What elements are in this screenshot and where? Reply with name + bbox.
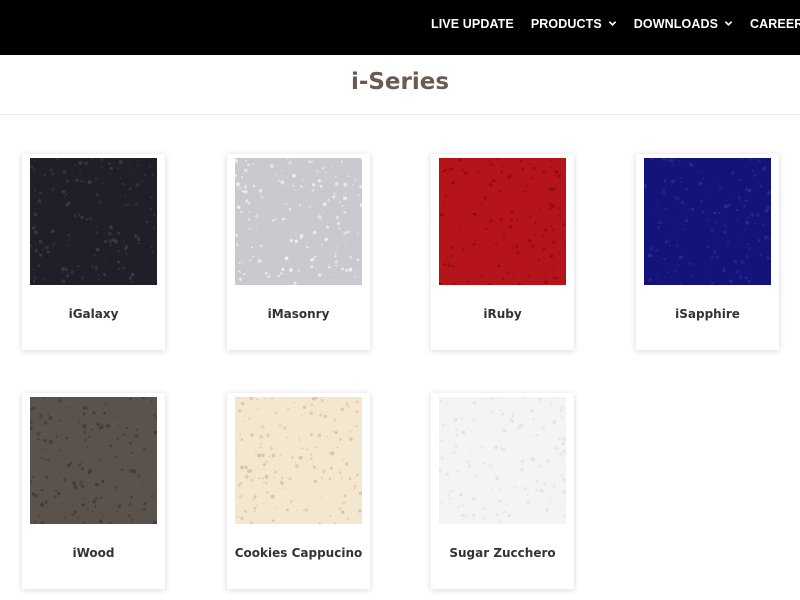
nav-item-downloads[interactable]: DOWNLOADS <box>634 17 733 31</box>
stone-swatch-image <box>439 158 566 285</box>
product-name: Cookies Cappucino <box>234 546 363 560</box>
stone-swatch-image <box>644 158 771 285</box>
product-card-imasonry[interactable]: iMasonry <box>227 154 370 350</box>
product-card-sugar-zucchero[interactable]: Sugar Zucchero <box>431 393 574 589</box>
nav-item-label: PRODUCTS <box>530 16 602 31</box>
product-name: iMasonry <box>267 307 330 321</box>
product-name: iRuby <box>483 307 522 321</box>
main-menu: LIVE UPDATE PRODUCTS DOWNLOADS CAREER OP… <box>431 0 800 47</box>
page-header: i-Series <box>0 55 800 115</box>
product-name: Sugar Zucchero <box>449 546 556 560</box>
product-card-igalaxy[interactable]: iGalaxy <box>22 154 165 350</box>
product-card-iruby[interactable]: iRuby <box>431 154 574 350</box>
product-name: iSapphire <box>675 307 740 321</box>
top-navigation-bar: LIVE UPDATE PRODUCTS DOWNLOADS CAREER OP… <box>0 0 800 55</box>
chevron-down-icon <box>608 19 617 28</box>
stone-swatch-image <box>235 397 362 524</box>
stone-swatch-image <box>439 397 566 524</box>
nav-item-label: DOWNLOADS <box>633 16 719 31</box>
product-name: iGalaxy <box>68 307 119 321</box>
product-card-iwood[interactable]: iWood <box>22 393 165 589</box>
stone-swatch-image <box>30 158 157 285</box>
nav-item-career-opportunities[interactable]: CAREER OPPORTUNITIES <box>750 17 800 31</box>
stone-swatch-image <box>30 397 157 524</box>
stone-swatch-image <box>235 158 362 285</box>
page-title: i-Series <box>350 69 450 95</box>
product-card-cookies-cappucino[interactable]: Cookies Cappucino <box>227 393 370 589</box>
chevron-down-icon <box>724 19 733 28</box>
nav-item-live-update[interactable]: LIVE UPDATE <box>431 17 514 31</box>
product-card-isapphire[interactable]: iSapphire <box>636 154 779 350</box>
nav-item-label: CAREER OPPORTUNITIES <box>750 16 800 31</box>
nav-item-products[interactable]: PRODUCTS <box>531 17 617 31</box>
nav-item-label: LIVE UPDATE <box>431 16 514 31</box>
product-name: iWood <box>72 546 115 560</box>
